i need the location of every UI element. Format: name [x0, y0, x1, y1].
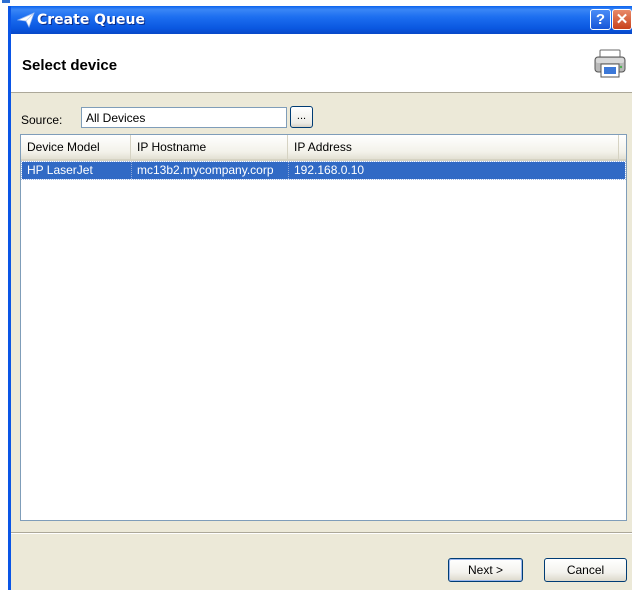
cell-ip-address: 192.168.0.10	[288, 162, 488, 179]
source-label: Source:	[21, 113, 63, 127]
title-bar[interactable]: Create Queue ? ✕	[11, 6, 632, 34]
source-input[interactable]	[81, 107, 287, 128]
send-arrow-icon	[17, 12, 35, 29]
printer-icon	[594, 49, 626, 78]
column-header-ip-address[interactable]: IP Address	[288, 135, 619, 159]
wizard-header: Select device	[11, 34, 632, 93]
create-queue-dialog: Create Queue ? ✕ Select device Source: .…	[8, 6, 632, 590]
page-title: Select device	[22, 57, 118, 74]
device-list[interactable]: Device Model IP Hostname IP Address HP L…	[20, 134, 627, 521]
next-button[interactable]: Next >	[448, 558, 523, 582]
cell-device-model: HP LaserJet	[27, 163, 93, 177]
cell-ip-hostname: mc13b2.mycompany.corp	[131, 162, 288, 179]
help-button[interactable]: ?	[590, 9, 611, 30]
window-title: Create Queue	[37, 12, 146, 28]
column-header-device-model[interactable]: Device Model	[21, 135, 131, 159]
column-header-ip-hostname[interactable]: IP Hostname	[131, 135, 288, 159]
browse-source-button[interactable]: ...	[290, 106, 313, 128]
list-header: Device Model IP Hostname IP Address	[21, 135, 626, 161]
table-row[interactable]: HP LaserJet mc13b2.mycompany.corp 192.16…	[21, 161, 626, 180]
close-button[interactable]: ✕	[612, 9, 632, 30]
cancel-button[interactable]: Cancel	[544, 558, 627, 582]
document-bullet-icon	[2, 0, 10, 3]
